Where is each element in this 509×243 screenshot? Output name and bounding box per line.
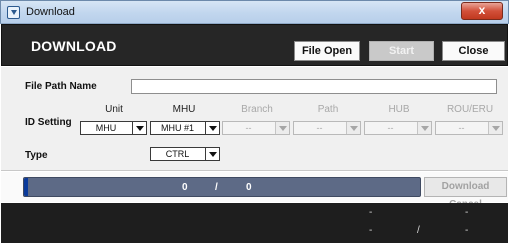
type-select-value: CTRL — [165, 149, 190, 159]
hub-select[interactable]: -- — [364, 121, 432, 135]
window-titlebar: Download x — [0, 0, 509, 24]
status-bottom-left: - — [369, 225, 373, 236]
page-title: DOWNLOAD — [31, 38, 117, 54]
unit-select[interactable]: MHU — [80, 121, 147, 135]
window-close-button[interactable]: x — [461, 2, 503, 20]
mhu-select[interactable]: MHU #1 — [150, 121, 220, 135]
type-select[interactable]: CTRL — [150, 147, 220, 161]
download-header: DOWNLOAD File Open Start Close — [1, 24, 508, 66]
hub-select-value: -- — [387, 123, 394, 133]
progress-row: 0 / 0 Download Cancel — [1, 172, 508, 210]
download-cancel-button[interactable]: Download Cancel — [424, 177, 507, 210]
column-rou-eru-label: ROU/ERU — [446, 104, 494, 115]
mhu-select-value: MHU #1 — [160, 123, 194, 133]
path-select[interactable]: -- — [293, 121, 361, 135]
progress-separator: / — [215, 182, 218, 193]
column-hub-label: HUB — [388, 104, 410, 115]
file-open-button[interactable]: File Open — [294, 41, 360, 61]
status-bottom-right: - — [465, 225, 469, 236]
chevron-down-icon — [205, 122, 219, 134]
chevron-down-icon — [346, 122, 360, 134]
type-label: Type — [25, 150, 48, 161]
chevron-down-icon — [488, 122, 502, 134]
settings-form: File Path Name Unit MHU Branch Path HUB … — [1, 67, 508, 171]
file-path-label: File Path Name — [25, 81, 97, 92]
chevron-down-icon — [275, 122, 289, 134]
unit-select-value: MHU — [95, 123, 117, 133]
path-select-value: -- — [316, 123, 323, 133]
id-setting-label: ID Setting — [25, 117, 72, 128]
branch-select[interactable]: -- — [222, 121, 290, 135]
file-path-input[interactable] — [131, 79, 497, 94]
chevron-down-icon — [205, 148, 219, 160]
branch-select-value: -- — [245, 123, 252, 133]
status-separator: / — [417, 225, 420, 236]
status-panel: - - - / - — [1, 203, 508, 243]
window-title: Download — [26, 6, 75, 18]
column-mhu-label: MHU — [172, 104, 196, 115]
download-progress-fill — [24, 178, 28, 196]
rou-eru-select-value: -- — [458, 123, 465, 133]
column-path-label: Path — [317, 104, 339, 115]
progress-total: 0 — [246, 182, 252, 193]
download-progress-bar: 0 / 0 — [23, 177, 421, 197]
rou-eru-select[interactable]: -- — [435, 121, 503, 135]
column-unit-label: Unit — [105, 104, 123, 115]
start-button[interactable]: Start — [369, 41, 434, 61]
status-top-right: - — [465, 207, 469, 218]
chevron-down-icon — [132, 122, 146, 134]
progress-current: 0 — [182, 182, 188, 193]
close-button[interactable]: Close — [442, 41, 505, 61]
download-app-icon — [7, 6, 20, 19]
column-branch-label: Branch — [241, 104, 273, 115]
status-top-left: - — [369, 207, 373, 218]
chevron-down-icon — [417, 122, 431, 134]
